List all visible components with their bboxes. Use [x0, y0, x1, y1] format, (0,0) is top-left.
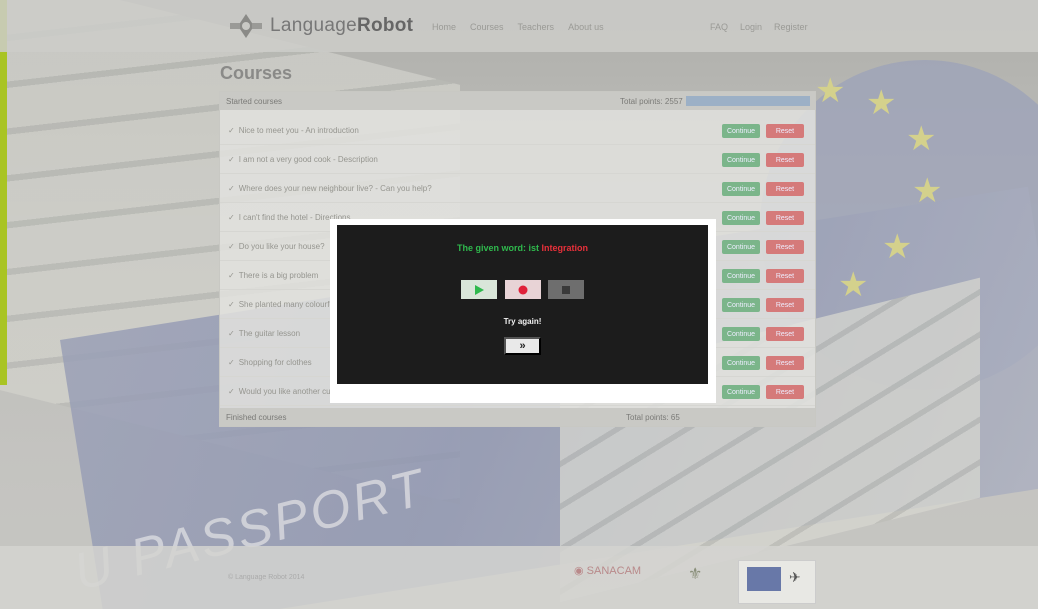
reset-button[interactable]: Reset — [766, 124, 804, 138]
result-modal: The given word: ist Integration Try agai… — [337, 225, 708, 384]
site-header: LanguageRobot Home Courses Teachers Abou… — [0, 0, 1038, 52]
course-row: ✓ I am not a very good cook - Descriptio… — [220, 145, 815, 174]
site-logo[interactable]: LanguageRobot — [228, 12, 413, 40]
finished-courses-label[interactable]: Finished courses — [226, 413, 286, 422]
check-icon: ✓ — [228, 357, 235, 367]
robot-logo-icon — [228, 12, 264, 40]
nav-about[interactable]: About us — [568, 22, 604, 32]
course-title[interactable]: The guitar lesson — [239, 329, 300, 338]
try-again-text: Try again! — [503, 317, 542, 326]
crest-logo-icon[interactable]: ⚜ — [688, 564, 702, 584]
partner-bird-icon: ✈ — [789, 569, 801, 585]
fast-forward-icon: » — [519, 340, 526, 352]
continue-button[interactable]: Continue — [722, 124, 760, 138]
check-icon: ✓ — [228, 241, 235, 251]
reset-button[interactable]: Reset — [766, 240, 804, 254]
course-title[interactable]: Would you like another cup? — [239, 387, 340, 396]
continue-button[interactable]: Continue — [722, 211, 760, 225]
reset-button[interactable]: Reset — [766, 269, 804, 283]
nav-faq[interactable]: FAQ — [710, 22, 728, 32]
account-nav: FAQ Login Register — [710, 22, 808, 32]
left-accent-strip — [0, 0, 7, 385]
total-points-label: Total points: 2557 — [620, 97, 683, 106]
result-message: The given word: ist Integration — [337, 243, 708, 253]
reset-button[interactable]: Reset — [766, 356, 804, 370]
record-icon — [518, 285, 528, 294]
check-icon: ✓ — [228, 183, 235, 193]
panel-footer: Finished courses Total points: 65 — [220, 408, 815, 426]
continue-button[interactable]: Continue — [722, 327, 760, 341]
play-button[interactable] — [461, 280, 497, 299]
stop-icon — [562, 285, 570, 294]
eu-flag-icon — [747, 567, 781, 591]
stop-button[interactable] — [548, 280, 584, 299]
finished-points-label: Total points: 65 — [626, 413, 680, 422]
partner-circle-icon: ◉ — [574, 565, 584, 577]
check-icon: ✓ — [228, 299, 235, 309]
nav-teachers[interactable]: Teachers — [518, 22, 555, 32]
reset-button[interactable]: Reset — [766, 298, 804, 312]
panel-header: Started courses Total points: 2557 — [220, 92, 815, 110]
course-row: ✓ Nice to meet you - An introduction Con… — [220, 116, 815, 145]
record-button[interactable] — [505, 280, 541, 299]
reset-button[interactable]: Reset — [766, 211, 804, 225]
check-icon: ✓ — [228, 154, 235, 164]
check-icon: ✓ — [228, 212, 235, 222]
check-icon: ✓ — [228, 386, 235, 396]
eu-funding-logo[interactable]: ✈ — [738, 560, 816, 604]
nav-courses[interactable]: Courses — [470, 22, 504, 32]
continue-button[interactable]: Continue — [722, 298, 760, 312]
continue-button[interactable]: Continue — [722, 182, 760, 196]
course-title[interactable]: Where does your new neighbour live? - Ca… — [239, 184, 432, 193]
play-icon — [475, 284, 484, 295]
reset-button[interactable]: Reset — [766, 327, 804, 341]
logo-text: LanguageRobot — [270, 15, 414, 36]
nav-register[interactable]: Register — [774, 22, 808, 32]
check-icon: ✓ — [228, 270, 235, 280]
main-nav: Home Courses Teachers About us — [432, 22, 604, 32]
check-icon: ✓ — [228, 125, 235, 135]
continue-button[interactable]: Continue — [722, 385, 760, 399]
continue-button[interactable]: Continue — [722, 356, 760, 370]
course-title[interactable]: I am not a very good cook - Description — [239, 155, 378, 164]
reset-button[interactable]: Reset — [766, 182, 804, 196]
continue-button[interactable]: Continue — [722, 153, 760, 167]
check-icon: ✓ — [228, 328, 235, 338]
reset-button[interactable]: Reset — [766, 385, 804, 399]
started-courses-label: Started courses — [226, 96, 283, 106]
given-word-text: The given word: ist — [456, 243, 539, 253]
nav-home[interactable]: Home — [432, 22, 456, 32]
site-footer: © Language Robot 2014 ◉ SANACAM ⚜ ✈ — [0, 546, 1038, 609]
partner-logo-sanacam[interactable]: ◉ SANACAM — [574, 564, 641, 577]
page-title: Courses — [220, 63, 293, 83]
progress-bar — [686, 96, 810, 106]
course-title[interactable]: Shopping for clothes — [239, 358, 312, 367]
reset-button[interactable]: Reset — [766, 153, 804, 167]
course-row: ✓ Where does your new neighbour live? - … — [220, 174, 815, 203]
course-title[interactable]: Do you like your house? — [239, 242, 325, 251]
course-title[interactable]: Nice to meet you - An introduction — [239, 126, 359, 135]
nav-login[interactable]: Login — [740, 22, 762, 32]
course-title[interactable]: There is a big problem — [239, 271, 319, 280]
continue-button[interactable]: Continue — [722, 240, 760, 254]
continue-button[interactable]: Continue — [722, 269, 760, 283]
copyright-text: © Language Robot 2014 — [228, 574, 305, 581]
wrong-word-text: Integration — [541, 243, 589, 253]
next-button[interactable]: » — [504, 337, 541, 355]
